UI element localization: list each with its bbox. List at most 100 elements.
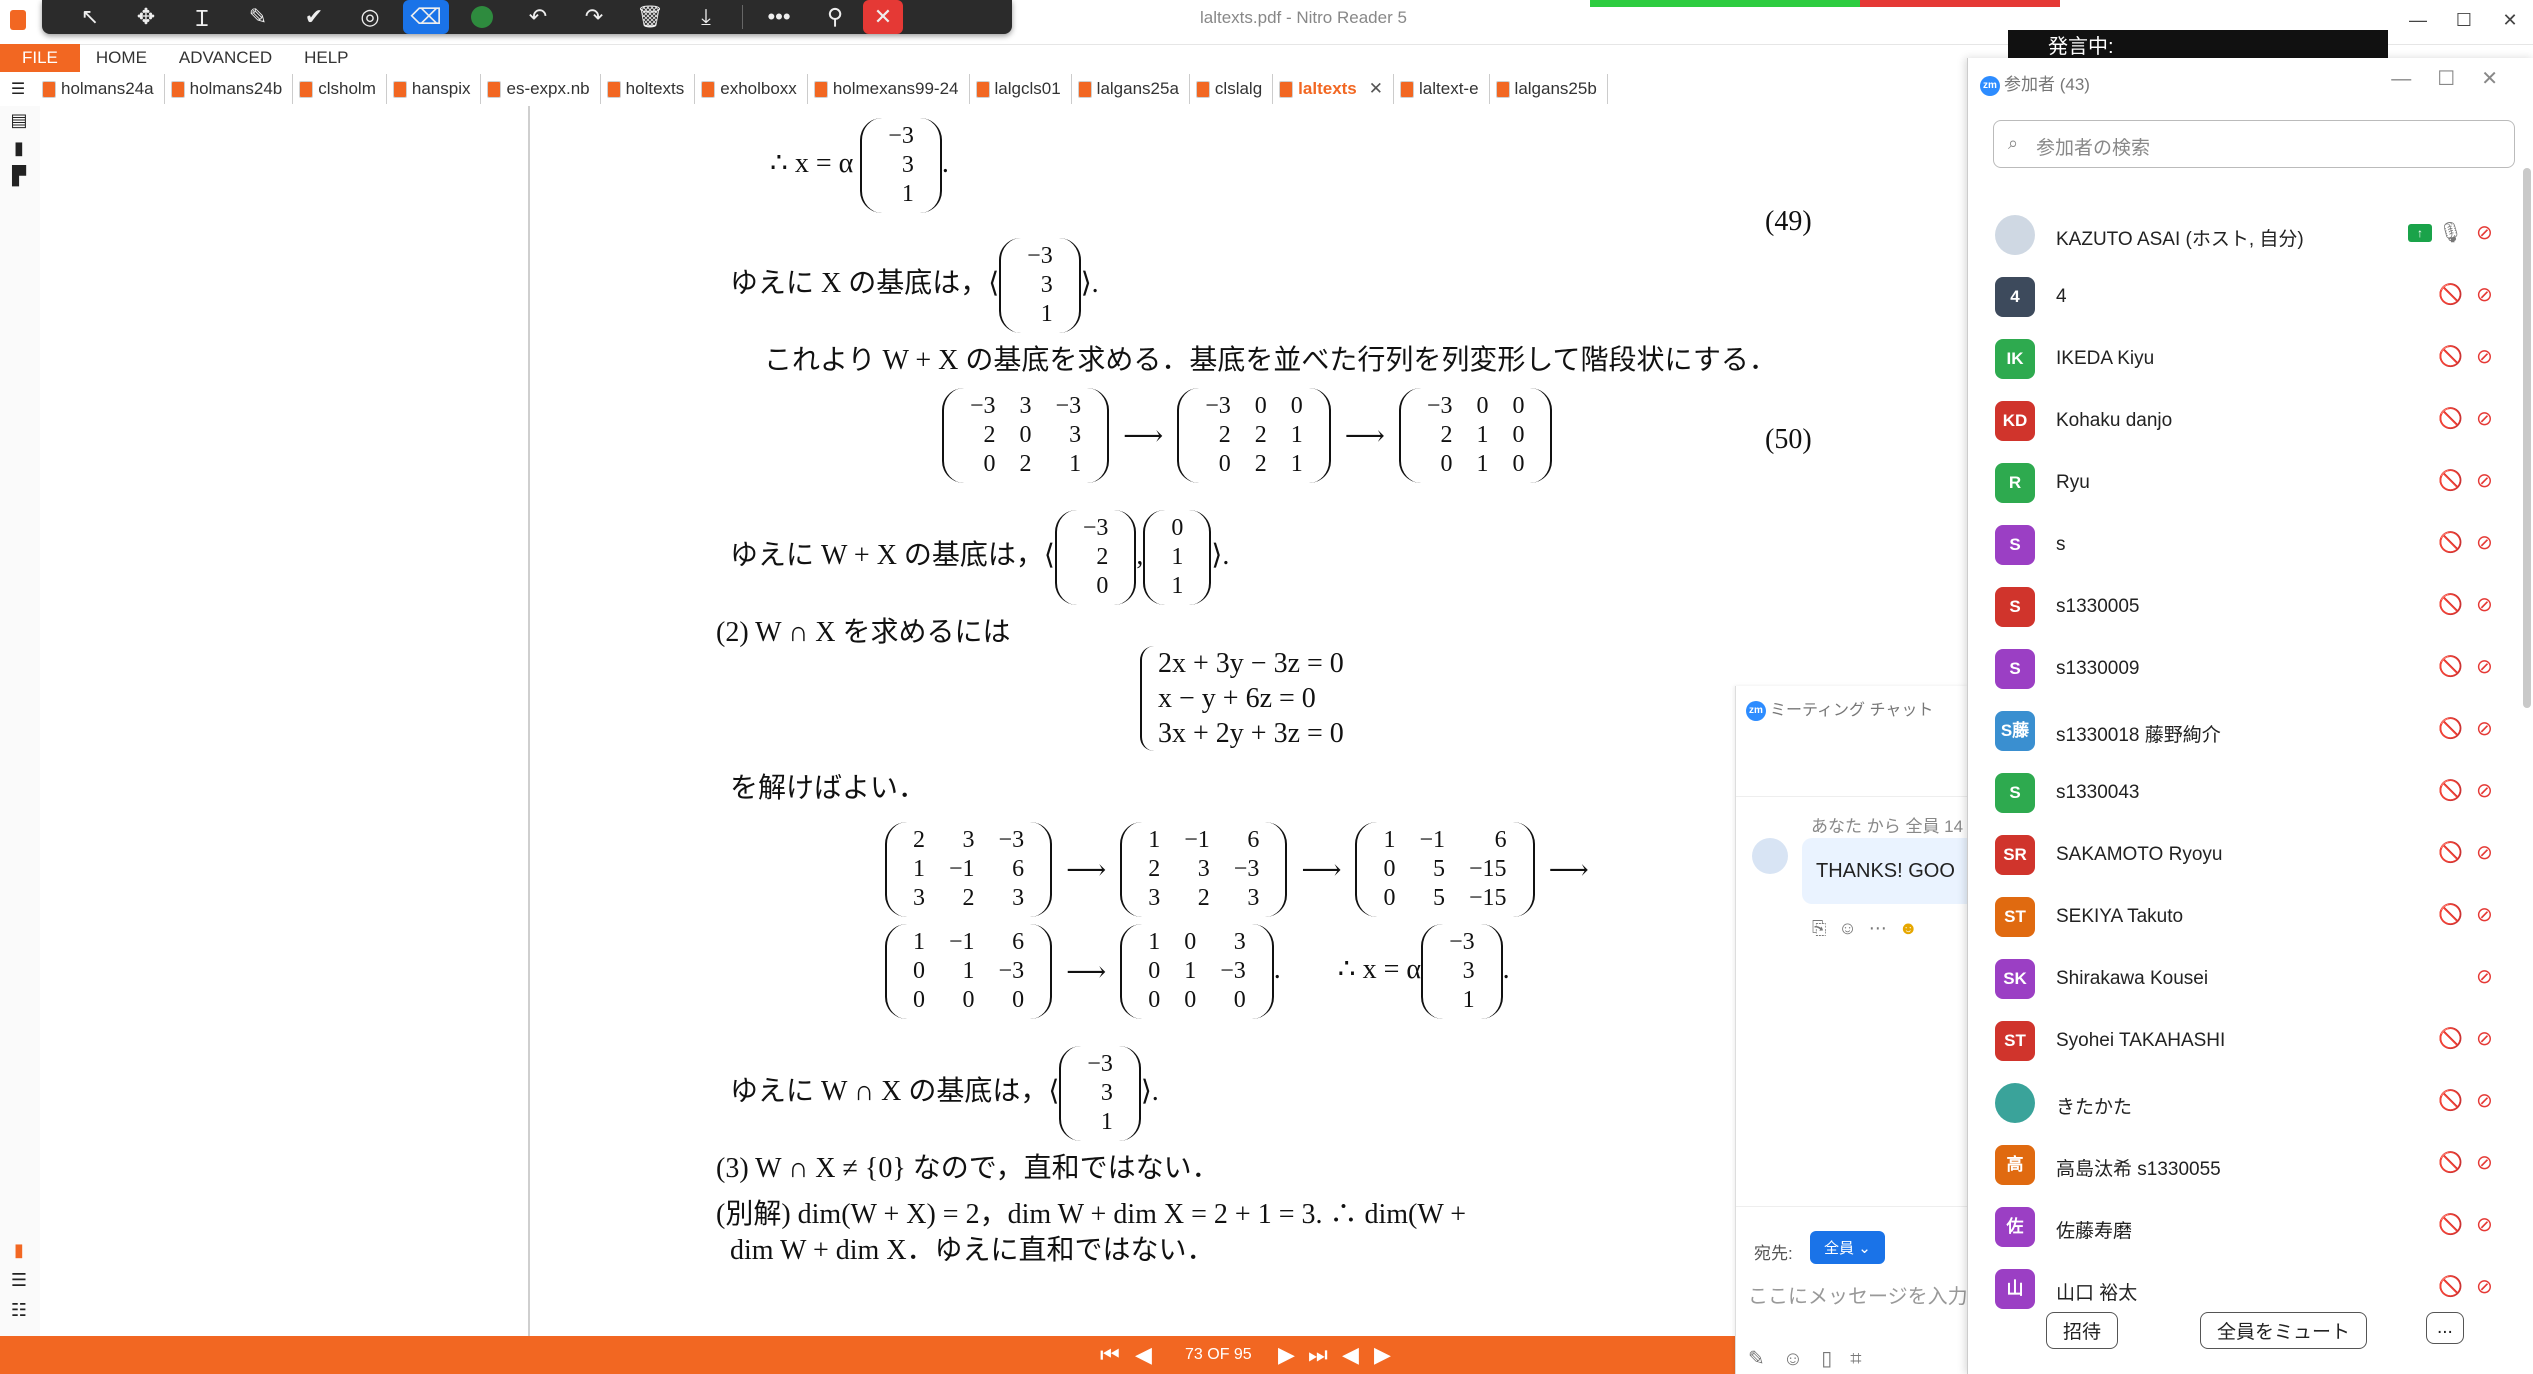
annotator-icon[interactable]: ⚲ (807, 0, 863, 34)
linear-system: 2x + 3y − 3z = 0 x − y + 6z = 0 3x + 2y … (1140, 646, 1344, 751)
emoji-picker-icon[interactable]: ☺ (1783, 1348, 1821, 1370)
tab-list-icon[interactable]: ☰ (0, 74, 36, 104)
tab-clsholm[interactable]: clsholm (293, 74, 387, 104)
pdf-icon (299, 80, 314, 98)
reply-icon[interactable]: ⎘ (1812, 918, 1838, 938)
participant-row[interactable]: SK Shirakawa Kousei ⊘ (1968, 948, 2508, 1010)
next-page-icon[interactable]: ▶ (1278, 1342, 1295, 1368)
chat-avatar (1752, 838, 1788, 874)
video-off-icon: ⊘ (2476, 594, 2493, 616)
participant-row[interactable]: Ss1330005 🚫 ⊘ (1968, 576, 2508, 638)
participants-title: 参加者 (43) (2004, 75, 2090, 94)
minimize-icon[interactable]: — (2395, 0, 2441, 40)
attachments-icon[interactable]: ☷ (8, 1300, 30, 1322)
avatar: KD (1995, 401, 2035, 441)
participant-row[interactable]: KD Kohaku danjo 🚫 ⊘ (1968, 390, 2508, 452)
outline-icon[interactable]: ☰ (8, 1270, 30, 1292)
back-view-icon[interactable]: ◀ (1342, 1342, 1359, 1368)
menu-help[interactable]: HELP (288, 48, 364, 68)
participant-row[interactable]: 4 4 🚫 ⊘ (1968, 266, 2508, 328)
first-page-icon[interactable]: ⏮ (1100, 1342, 1120, 1368)
participant-row[interactable]: R Ryu 🚫 ⊘ (1968, 452, 2508, 514)
chat-input[interactable]: ここにメッセージを入力... (1748, 1280, 1984, 1309)
tab-es-expx[interactable]: es-expx.nb (481, 74, 601, 104)
undo-icon[interactable]: ↶ (510, 0, 566, 34)
mic-muted-icon: 🚫 (2438, 1028, 2463, 1050)
tab-close-icon[interactable]: ✕ (1369, 79, 1383, 99)
video-off-icon: ⊘ (2476, 284, 2493, 306)
close-icon[interactable]: ✕ (2487, 0, 2533, 40)
mic-muted-icon: 🚫 (2438, 284, 2463, 306)
comments-icon[interactable]: ▛ (8, 166, 30, 188)
participant-row[interactable]: SR SAKAMOTO Ryoyu 🚫 ⊘ (1968, 824, 2508, 886)
tab-exholboxx[interactable]: exholboxx (695, 74, 808, 104)
participant-row[interactable]: IK IKEDA Kiyu 🚫 ⊘ (1968, 328, 2508, 390)
bookmarks-icon[interactable]: ▮ (8, 138, 30, 160)
tab-holtexts[interactable]: holtexts (601, 74, 696, 104)
tab-laltexts[interactable]: laltexts ✕ (1273, 74, 1395, 104)
emoji-icon[interactable]: ☺ (1838, 918, 1868, 938)
spotlight-icon[interactable]: ◎ (342, 0, 398, 34)
tab-laltext-e[interactable]: laltext-e (1394, 74, 1490, 104)
menu-file[interactable]: FILE (0, 44, 80, 72)
text-cursor-icon[interactable]: Ｉ (174, 0, 230, 34)
trash-icon[interactable]: 🗑 (622, 0, 678, 34)
participant-search-input[interactable]: ⌕ 参加者の検索 (1993, 120, 2515, 168)
participant-row[interactable]: Ss 🚫 ⊘ (1968, 514, 2508, 576)
chat-recipient-select[interactable]: 全員 ⌄ (1810, 1231, 1885, 1264)
participant-row[interactable]: 佐佐藤寿磨 🚫 ⊘ (1968, 1196, 2508, 1258)
minimize-icon[interactable]: — (2391, 68, 2437, 90)
row-reduction-line-2: 1 −1 6 0 1 −3 000 ⟶ 103 0 1 −3 000 . ∴ x = α −3… (885, 924, 1510, 1019)
panel-icon[interactable]: ▮ (8, 1240, 30, 1262)
pages-icon[interactable]: ▤ (8, 110, 30, 132)
screenshot-icon[interactable]: ⌗ (1850, 1348, 1879, 1370)
color-icon[interactable] (454, 0, 510, 34)
tab-holmexans99-24[interactable]: holmexans99-24 (808, 74, 970, 104)
participant-row[interactable]: KAZUTO ASAI (ホスト, 自分) ↑ 🎙 ⊘ (1968, 204, 2508, 266)
scrollbar[interactable] (2523, 168, 2531, 708)
check-icon[interactable]: ✔ (286, 0, 342, 34)
mute-all-button[interactable]: 全員をミュート (2200, 1312, 2368, 1349)
pointer-icon[interactable]: ↖ (62, 0, 118, 34)
participant-row[interactable]: ST Syohei TAKAHASHI 🚫 ⊘ (1968, 1010, 2508, 1072)
tab-clslalg[interactable]: clslalg (1190, 74, 1274, 104)
pen-icon[interactable]: ✎ (230, 0, 286, 34)
eraser-icon[interactable]: ⌫ (403, 0, 449, 34)
tab-holmans24a[interactable]: holmans24a (36, 74, 165, 104)
page-indicator[interactable]: 73 OF 95 (1185, 1346, 1252, 1364)
file-icon[interactable]: ▯ (1821, 1348, 1850, 1370)
tab-lalgans25b[interactable]: lalgans25b (1490, 74, 1608, 104)
forward-view-icon[interactable]: ▶ (1374, 1342, 1391, 1368)
menu-home[interactable]: HOME (80, 48, 163, 68)
more-icon[interactable]: ••• (751, 0, 807, 34)
tab-lalgans25a[interactable]: lalgans25a (1072, 74, 1190, 104)
more-options-button[interactable]: ... (2426, 1312, 2464, 1344)
more-icon[interactable]: ⋯ (1869, 918, 1899, 938)
participant-name: 佐藤寿磨 (2056, 1221, 2133, 1242)
tab-lalgcls01[interactable]: lalgcls01 (970, 74, 1072, 104)
close-icon[interactable]: ✕ (2481, 68, 2524, 90)
last-page-icon[interactable]: ⏭ (1308, 1342, 1328, 1368)
tab-hanspix[interactable]: hanspix (387, 74, 482, 104)
mic-muted-icon: 🚫 (2438, 408, 2463, 430)
format-icon[interactable]: ✎ (1748, 1348, 1783, 1370)
participant-row[interactable]: ST SEKIYA Takuto 🚫 ⊘ (1968, 886, 2508, 948)
menu-advanced[interactable]: ADVANCED (163, 48, 288, 68)
participant-row[interactable]: きたかた 🚫 ⊘ (1968, 1072, 2508, 1134)
maximize-icon[interactable]: ☐ (2437, 68, 2481, 90)
avatar: S藤 (1995, 711, 2035, 751)
participant-row[interactable]: 高高島汰希 s1330055 🚫 ⊘ (1968, 1134, 2508, 1196)
participant-row[interactable]: Ss1330009 🚫 ⊘ (1968, 638, 2508, 700)
video-off-icon: ⊘ (2476, 904, 2493, 926)
invite-button[interactable]: 招待 (2046, 1312, 2119, 1349)
tab-holmans24b[interactable]: holmans24b (165, 74, 294, 104)
save-icon[interactable]: ⤓ (678, 0, 734, 34)
maximize-icon[interactable]: ☐ (2441, 0, 2487, 40)
participant-row[interactable]: Ss1330043 🚫 ⊘ (1968, 762, 2508, 824)
redo-icon[interactable]: ↷ (566, 0, 622, 34)
mic-muted-icon: 🚫 (2438, 780, 2463, 802)
close-annotation-icon[interactable]: ✕ (863, 0, 903, 34)
participant-row[interactable]: S藤 s1330018 藤野絢介 🚫 ⊘ (1968, 700, 2508, 762)
move-icon[interactable]: ✥ (118, 0, 174, 34)
prev-page-icon[interactable]: ◀ (1135, 1342, 1152, 1368)
